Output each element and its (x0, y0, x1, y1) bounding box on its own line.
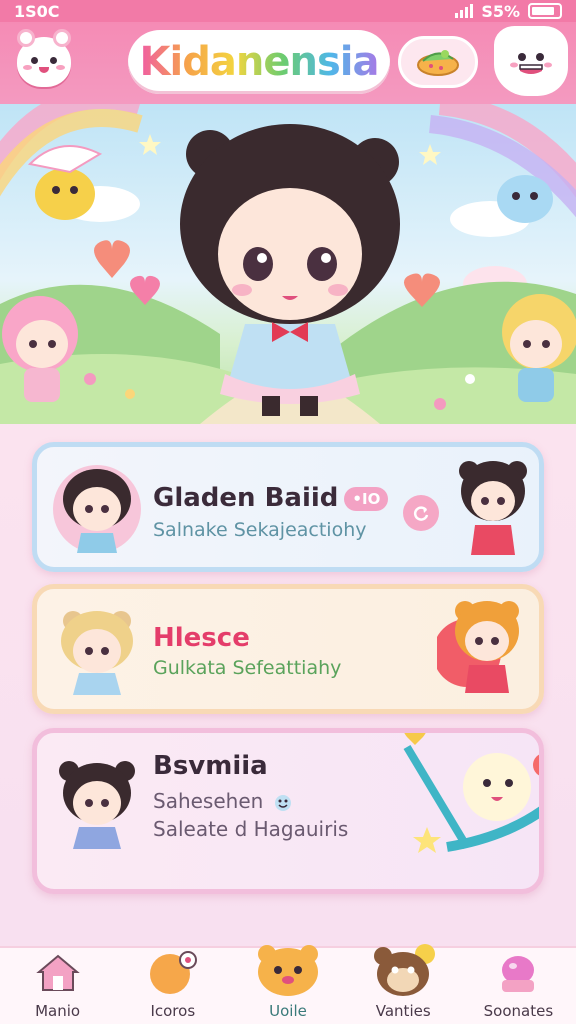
bear-girl-character (437, 601, 519, 693)
card-title: Bsvmiia (153, 751, 268, 781)
jar-icon (502, 956, 535, 992)
status-badge: •IO (344, 486, 389, 511)
card-title: Gladen Baiid •IO (153, 483, 389, 513)
nav-item-icons[interactable]: Icoros (115, 948, 230, 1024)
card-subtitle: Sahesehen (153, 789, 292, 813)
battery-icon (528, 3, 562, 19)
card-subtitle: Gulkata Sefeattiahy (153, 657, 342, 679)
nav-item-vanties[interactable]: Vanties (346, 944, 461, 1024)
nav-item-soonates[interactable]: Soonates (461, 948, 576, 1024)
nav-item-home[interactable]: Manio (0, 948, 115, 1024)
smile-icon (274, 794, 291, 811)
snack-button[interactable] (398, 36, 478, 88)
bear-mascot-icon (17, 29, 71, 87)
card-title: Hlesce (153, 623, 250, 653)
nav-item-center[interactable]: Uoile (230, 945, 345, 1024)
cloud-face-button[interactable] (498, 30, 564, 92)
card-title-text: Gladen Baiid (153, 483, 339, 513)
nav-label: Uoile (269, 1002, 307, 1020)
avatar (53, 465, 141, 553)
home-icon (35, 954, 80, 991)
bottom-nav: Manio Icoros Uoile Vanties Soonates (0, 944, 576, 1024)
status-bar: 1S0C S5% (0, 0, 576, 22)
avatar (61, 611, 133, 695)
story-card[interactable]: Gladen Baiid •IO Salnake Sekajeactiohy (32, 442, 544, 572)
bear-girl-character (459, 461, 527, 555)
app-header: Kidanensia (0, 22, 576, 104)
battery-percent: S5% (481, 1, 520, 21)
app-title: Kidanensia (139, 39, 380, 85)
snack-icon (417, 50, 459, 76)
card-subtitle-text: Sahesehen (153, 789, 264, 813)
story-card[interactable]: Bsvmiia Sahesehen Saleate d Hagauiris (32, 728, 544, 894)
nav-label: Icoros (150, 1002, 196, 1020)
chat-bubble-icon (149, 951, 197, 994)
story-card[interactable]: Hlesce Gulkata Sefeattiahy (32, 584, 544, 714)
monkey-face-icon (374, 944, 436, 996)
refresh-icon (413, 506, 429, 521)
card-subtitle-secondary: Saleate d Hagauiris (153, 817, 349, 841)
app-title-pill: Kidanensia (128, 30, 390, 94)
refresh-button[interactable] (403, 495, 439, 531)
hero-illustration (0, 104, 576, 424)
slide-character (403, 733, 539, 853)
bear-face-icon (258, 945, 318, 996)
status-time: 1S0C (14, 1, 60, 21)
cloud-face-icon (510, 53, 552, 74)
profile-button[interactable] (12, 29, 76, 94)
nav-label: Soonates (483, 1002, 554, 1020)
nav-label: Manio (35, 1002, 81, 1020)
avatar (59, 761, 135, 849)
card-subtitle: Salnake Sekajeactiohy (153, 519, 367, 541)
nav-label: Vanties (375, 1002, 431, 1020)
hero-banner (0, 104, 576, 424)
signal-icon (455, 4, 474, 18)
